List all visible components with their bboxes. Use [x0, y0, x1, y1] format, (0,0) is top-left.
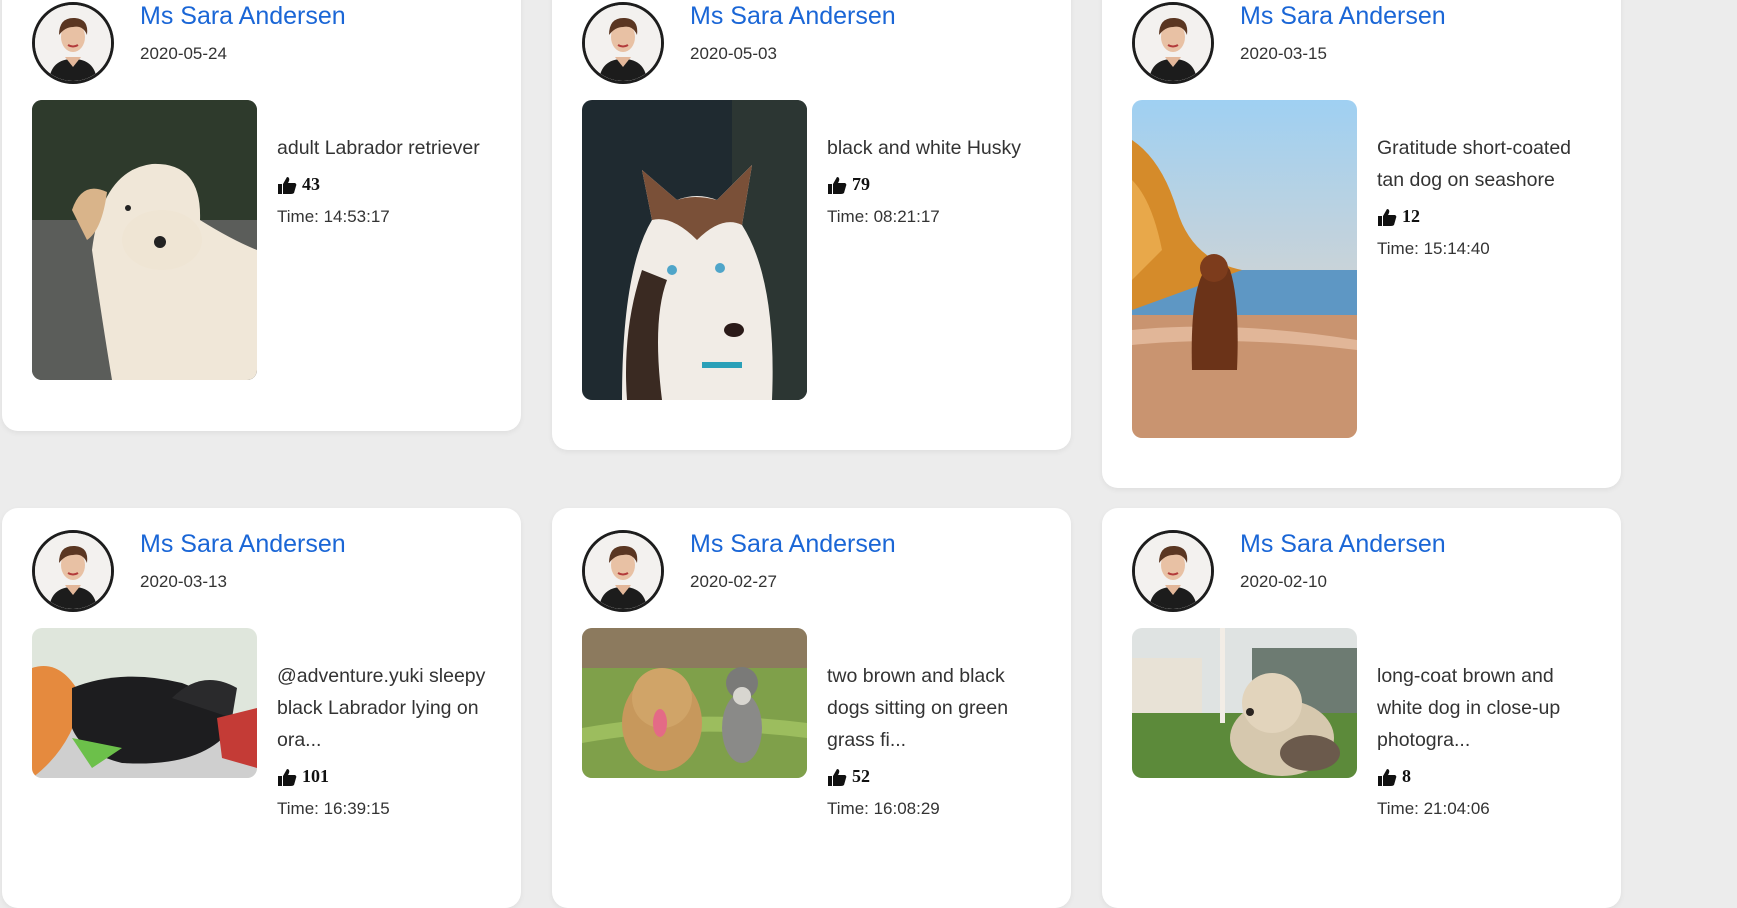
thumbs-up-icon — [828, 768, 847, 786]
post-time: Time: 16:08:29 — [827, 799, 940, 818]
post-info: Gratitude short-coated tan dog on seasho… — [1377, 132, 1595, 259]
author-name-link[interactable]: Ms Sara Andersen — [690, 2, 896, 31]
post-time: Time: 21:04:06 — [1377, 799, 1490, 818]
post-description: @adventure.yuki sleepy black Labrador ly… — [277, 665, 486, 751]
post-time: Time: 08:21:17 — [827, 207, 940, 226]
like-count: 8 — [1402, 766, 1411, 786]
post-time: Time: 16:39:15 — [277, 799, 390, 818]
post-photo[interactable] — [1132, 100, 1357, 438]
like-count: 52 — [852, 766, 870, 786]
post-description: Gratitude short-coated tan dog on seasho… — [1377, 137, 1572, 191]
avatar[interactable] — [1132, 2, 1214, 84]
post-description: long-coat brown and white dog in close-u… — [1377, 665, 1561, 751]
like-button[interactable]: 12 — [1377, 206, 1595, 227]
like-button[interactable]: 101 — [277, 766, 495, 787]
author-name-link[interactable]: Ms Sara Andersen — [690, 530, 896, 559]
post-date: 2020-03-13 — [140, 572, 227, 591]
author-name-link[interactable]: Ms Sara Andersen — [1240, 530, 1446, 559]
post-card: Ms Sara Andersen 2020-02-10 long-coat br… — [1102, 508, 1621, 908]
post-card: Ms Sara Andersen 2020-05-03 black and wh… — [552, 0, 1071, 450]
post-card: Ms Sara Andersen 2020-03-13 @adventure.y… — [2, 508, 521, 908]
post-description: two brown and black dogs sitting on gree… — [827, 665, 1009, 751]
like-count: 79 — [852, 174, 870, 194]
post-info: adult Labrador retriever 43 Time: 14:53:… — [277, 132, 495, 227]
avatar[interactable] — [582, 530, 664, 612]
thumbs-up-icon — [828, 176, 847, 194]
like-button[interactable]: 43 — [277, 174, 495, 195]
author-name-link[interactable]: Ms Sara Andersen — [140, 2, 346, 31]
like-count: 43 — [302, 174, 320, 194]
thumbs-up-icon — [278, 176, 297, 194]
post-info: two brown and black dogs sitting on gree… — [827, 660, 1045, 819]
post-card: Ms Sara Andersen 2020-03-15 Gratitude sh… — [1102, 0, 1621, 488]
post-date: 2020-03-15 — [1240, 44, 1327, 63]
post-time: Time: 14:53:17 — [277, 207, 390, 226]
post-photo[interactable] — [582, 628, 807, 778]
avatar[interactable] — [32, 2, 114, 84]
like-count: 101 — [302, 766, 329, 786]
like-count: 12 — [1402, 206, 1420, 226]
post-info: long-coat brown and white dog in close-u… — [1377, 660, 1595, 819]
thumbs-up-icon — [1378, 208, 1397, 226]
post-card: Ms Sara Andersen 2020-02-27 two brown an… — [552, 508, 1071, 908]
post-photo[interactable] — [32, 100, 257, 380]
author-name-link[interactable]: Ms Sara Andersen — [1240, 2, 1446, 31]
post-date: 2020-05-24 — [140, 44, 227, 63]
post-time: Time: 15:14:40 — [1377, 239, 1490, 258]
thumbs-up-icon — [278, 768, 297, 786]
post-date: 2020-02-27 — [690, 572, 777, 591]
avatar[interactable] — [1132, 530, 1214, 612]
avatar[interactable] — [582, 2, 664, 84]
post-info: black and white Husky 79 Time: 08:21:17 — [827, 132, 1045, 227]
post-description: black and white Husky — [827, 137, 1022, 159]
post-photo[interactable] — [32, 628, 257, 778]
author-name-link[interactable]: Ms Sara Andersen — [140, 530, 346, 559]
like-button[interactable]: 79 — [827, 174, 1045, 195]
like-button[interactable]: 8 — [1377, 766, 1595, 787]
post-photo[interactable] — [1132, 628, 1357, 778]
post-info: @adventure.yuki sleepy black Labrador ly… — [277, 660, 495, 819]
avatar[interactable] — [32, 530, 114, 612]
post-date: 2020-02-10 — [1240, 572, 1327, 591]
post-photo[interactable] — [582, 100, 807, 400]
thumbs-up-icon — [1378, 768, 1397, 786]
post-card: Ms Sara Andersen 2020-05-24 adult Labrad… — [2, 0, 521, 431]
post-description: adult Labrador retriever — [277, 137, 480, 159]
post-date: 2020-05-03 — [690, 44, 777, 63]
like-button[interactable]: 52 — [827, 766, 1045, 787]
